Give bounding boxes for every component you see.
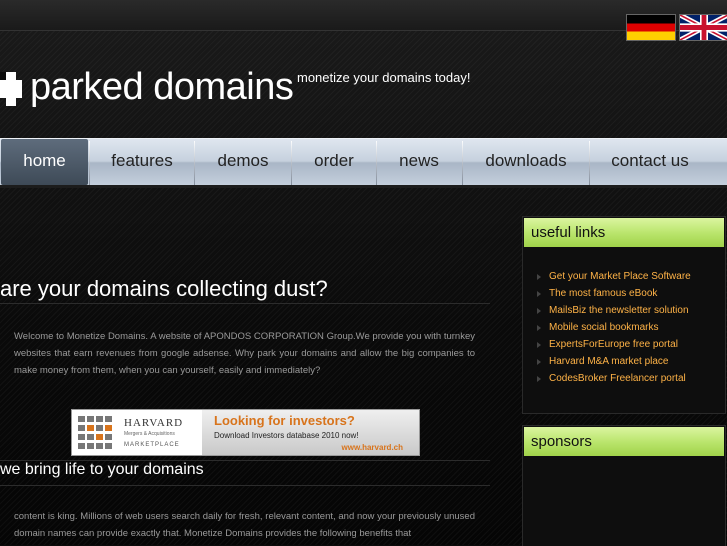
link-famous-ebook[interactable]: The most famous eBook: [526, 285, 691, 302]
german-flag-icon[interactable]: [626, 14, 676, 41]
useful-links-list: Get your Market Place Software The most …: [526, 268, 691, 387]
banner-brand: HARVARD Mergers & Acquisitions MARKETPLA…: [72, 410, 202, 455]
banner-body: Download Investors database 2010 now!: [214, 431, 359, 440]
nav-order[interactable]: order: [292, 139, 376, 185]
useful-links-title: useful links: [524, 218, 724, 247]
bullet-arrow-icon: [537, 308, 541, 314]
banner-brand-tag: MARKETPLACE: [124, 442, 180, 448]
body-text: content is king. Millions of web users s…: [14, 511, 475, 539]
bullet-arrow-icon: [537, 376, 541, 382]
link-label: Mobile social bookmarks: [549, 322, 659, 333]
banner-headline: Looking for investors?: [214, 413, 355, 428]
link-label: The most famous eBook: [549, 288, 658, 299]
bullet-arrow-icon: [537, 291, 541, 297]
logo-cross-icon: [0, 72, 22, 106]
harvard-logo-icon: [78, 416, 118, 449]
link-label: Harvard M&A market place: [549, 356, 669, 367]
nav-home[interactable]: home: [1, 139, 88, 185]
site-tagline: monetize your domains today!: [297, 70, 471, 85]
nav-features[interactable]: features: [90, 139, 194, 185]
sponsors-title: sponsors: [524, 427, 724, 456]
link-mobile-bookmarks[interactable]: Mobile social bookmarks: [526, 319, 691, 336]
bullet-arrow-icon: [537, 359, 541, 365]
uk-flag-icon[interactable]: [679, 14, 727, 41]
link-codesbroker[interactable]: CodesBroker Freelancer portal: [526, 370, 691, 387]
divider: [0, 303, 490, 304]
banner-brand-sub: Mergers & Acquisitions: [124, 431, 175, 437]
bullet-arrow-icon: [537, 325, 541, 331]
main-nav: home features demos order news downloads…: [0, 138, 727, 188]
link-harvard-ma[interactable]: Harvard M&A market place: [526, 353, 691, 370]
link-label: ExpertsForEurope free portal: [549, 339, 678, 350]
banner-message: Looking for investors? Download Investor…: [202, 410, 419, 455]
link-mailsbiz[interactable]: MailsBiz the newsletter solution: [526, 302, 691, 319]
divider: [0, 485, 490, 486]
page-headline: are your domains collecting dust?: [0, 276, 328, 301]
sponsors-box: sponsors: [522, 425, 726, 546]
nav-news[interactable]: news: [377, 139, 461, 185]
link-label: Get your Market Place Software: [549, 271, 691, 282]
link-label: MailsBiz the newsletter solution: [549, 305, 689, 316]
banner-url: www.harvard.ch: [341, 443, 404, 452]
intro-text: Welcome to Monetize Domains. A website o…: [14, 331, 475, 376]
site-logo[interactable]: parked domains: [30, 66, 294, 109]
bullet-arrow-icon: [537, 342, 541, 348]
link-expertsforeurope[interactable]: ExpertsForEurope free portal: [526, 336, 691, 353]
nav-contact-us[interactable]: contact us: [590, 139, 710, 185]
harvard-banner-ad[interactable]: HARVARD Mergers & Acquisitions MARKETPLA…: [71, 409, 420, 456]
bullet-arrow-icon: [537, 274, 541, 280]
nav-demos[interactable]: demos: [195, 139, 291, 185]
section-subhead: we bring life to your domains: [0, 461, 204, 478]
nav-downloads[interactable]: downloads: [463, 139, 589, 185]
link-label: CodesBroker Freelancer portal: [549, 373, 686, 384]
top-strip: [0, 0, 727, 31]
banner-brand-name: HARVARD: [124, 417, 184, 429]
link-market-place-software[interactable]: Get your Market Place Software: [526, 268, 691, 285]
